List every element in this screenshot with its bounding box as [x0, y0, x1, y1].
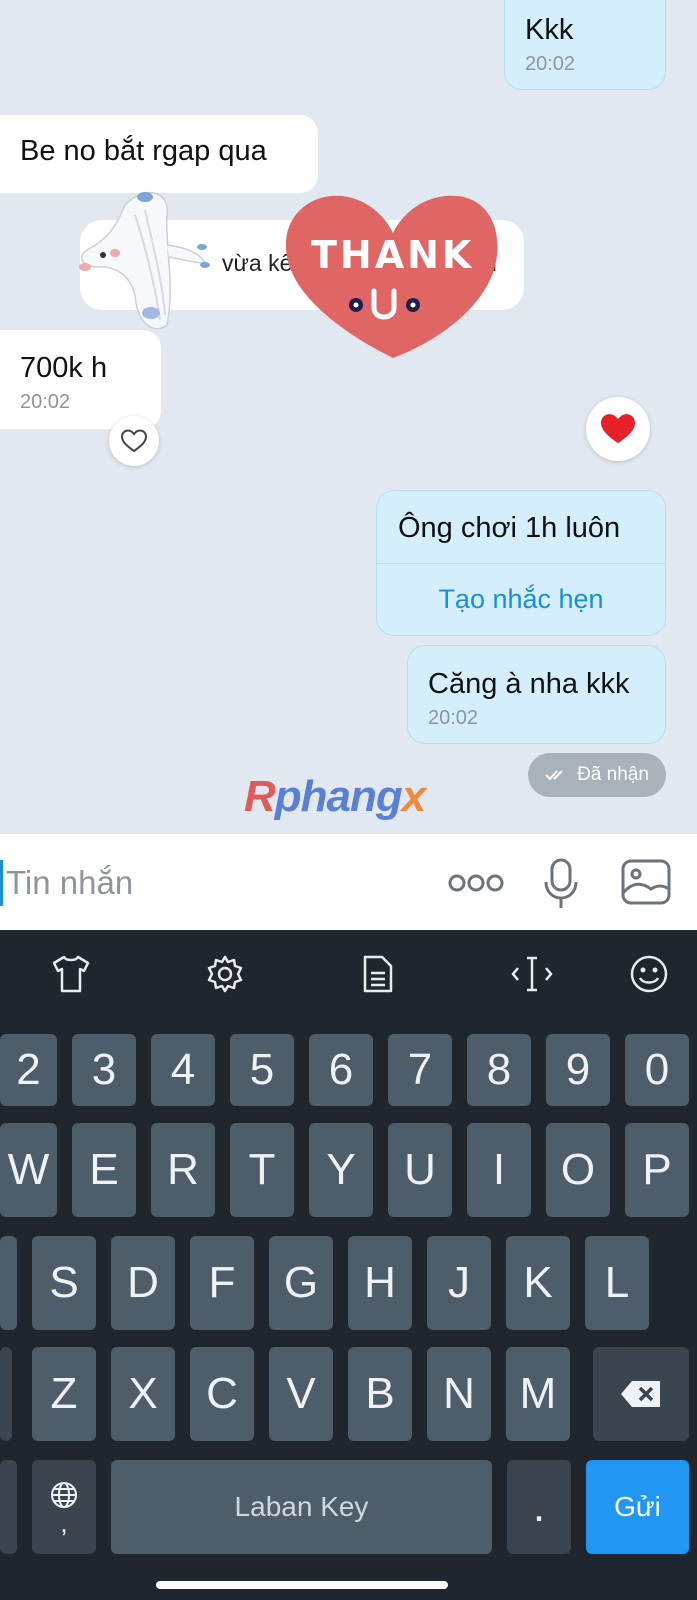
message-time: 20:02	[20, 391, 71, 413]
message-outgoing[interactable]: Căng à nha kkk 20:02	[407, 645, 666, 744]
settings-gear-icon[interactable]	[203, 952, 247, 996]
key-j[interactable]: J	[427, 1236, 491, 1330]
watermark-logo: Rphangx	[244, 772, 426, 821]
key-8[interactable]: 8	[467, 1034, 531, 1106]
key-m[interactable]: M	[506, 1347, 570, 1441]
language-comma-key[interactable]: ,	[32, 1460, 96, 1554]
key-g[interactable]: G	[269, 1236, 333, 1330]
key-p[interactable]: P	[625, 1123, 689, 1217]
key-v[interactable]: V	[269, 1347, 333, 1441]
more-options-icon[interactable]	[446, 863, 506, 903]
key-r[interactable]: R	[151, 1123, 215, 1217]
backspace-icon	[621, 1381, 660, 1407]
key-a-partial[interactable]	[0, 1236, 17, 1330]
image-icon[interactable]	[620, 858, 672, 906]
shift-key-partial[interactable]	[0, 1347, 12, 1441]
create-reminder-link[interactable]: Tạo nhắc hẹn	[377, 564, 665, 615]
text-caret	[0, 860, 3, 906]
sticker-text: THANK	[311, 233, 474, 277]
space-key[interactable]: Laban Key	[111, 1460, 492, 1554]
key-9[interactable]: 9	[546, 1034, 610, 1106]
key-3[interactable]: 3	[72, 1034, 136, 1106]
send-key[interactable]: Gửi	[586, 1460, 689, 1554]
key-w[interactable]: W	[0, 1123, 57, 1217]
key-5[interactable]: 5	[230, 1034, 294, 1106]
key-7[interactable]: 7	[388, 1034, 452, 1106]
message-outgoing[interactable]: Kkk 20:02	[504, 0, 666, 90]
message-text: 700k h	[20, 352, 108, 384]
microphone-icon[interactable]	[540, 856, 582, 912]
double-check-icon	[545, 770, 563, 781]
recall-notice-text: vừa kế	[222, 250, 293, 276]
key-f[interactable]: F	[190, 1236, 254, 1330]
key-0[interactable]: 0	[625, 1034, 689, 1106]
theme-shirt-icon[interactable]	[49, 952, 93, 996]
message-time: 20:02	[525, 53, 576, 75]
thank-you-heart-sticker[interactable]: THANK	[283, 188, 503, 368]
message-time: 20:02	[428, 707, 479, 729]
key-l[interactable]: L	[585, 1236, 649, 1330]
key-d[interactable]: D	[111, 1236, 175, 1330]
status-label: Đã nhận	[577, 764, 649, 785]
message-input[interactable]	[6, 858, 426, 908]
status-badge: Đã nhận	[528, 753, 666, 797]
period-key[interactable]: .	[507, 1460, 571, 1554]
reaction-heart-outline-icon[interactable]	[109, 416, 159, 466]
key-x[interactable]: X	[111, 1347, 175, 1441]
key-6[interactable]: 6	[309, 1034, 373, 1106]
key-y[interactable]: Y	[309, 1123, 373, 1217]
message-text: Căng à nha kkk	[428, 668, 630, 700]
key-h[interactable]: H	[348, 1236, 412, 1330]
key-t[interactable]: T	[230, 1123, 294, 1217]
message-incoming[interactable]: 700k h 20:02	[0, 330, 161, 429]
chat-area: Kkk 20:02 Be no bắt rgap qua vừa kế n TH…	[0, 0, 697, 834]
key-e[interactable]: E	[72, 1123, 136, 1217]
key-z[interactable]: Z	[32, 1347, 96, 1441]
message-text: Be no bắt rgap qua	[20, 135, 267, 167]
clipboard-document-icon[interactable]	[356, 952, 400, 996]
key-k[interactable]: K	[506, 1236, 570, 1330]
comma-label: ,	[60, 1508, 68, 1538]
key-c[interactable]: C	[190, 1347, 254, 1441]
keyboard-toolbar	[0, 930, 697, 1018]
backspace-key[interactable]	[593, 1347, 689, 1441]
key-i[interactable]: I	[467, 1123, 531, 1217]
message-incoming[interactable]: Be no bắt rgap qua	[0, 115, 318, 193]
key-2[interactable]: 2	[0, 1034, 57, 1106]
emoji-icon[interactable]	[627, 952, 671, 996]
message-text: Ông chơi 1h luôn	[398, 512, 621, 544]
message-text: Kkk	[525, 14, 574, 46]
cursor-move-icon[interactable]	[510, 952, 554, 996]
bird-sticker[interactable]	[75, 185, 215, 340]
symbols-key-partial[interactable]	[0, 1460, 17, 1554]
globe-icon	[51, 1482, 77, 1508]
reaction-heart-icon[interactable]	[586, 397, 650, 461]
key-o[interactable]: O	[546, 1123, 610, 1217]
message-outgoing[interactable]: Ông chơi 1h luôn Tạo nhắc hẹn	[376, 490, 666, 636]
key-b[interactable]: B	[348, 1347, 412, 1441]
home-indicator[interactable]	[156, 1581, 448, 1589]
key-s[interactable]: S	[32, 1236, 96, 1330]
key-4[interactable]: 4	[151, 1034, 215, 1106]
key-u[interactable]: U	[388, 1123, 452, 1217]
key-n[interactable]: N	[427, 1347, 491, 1441]
